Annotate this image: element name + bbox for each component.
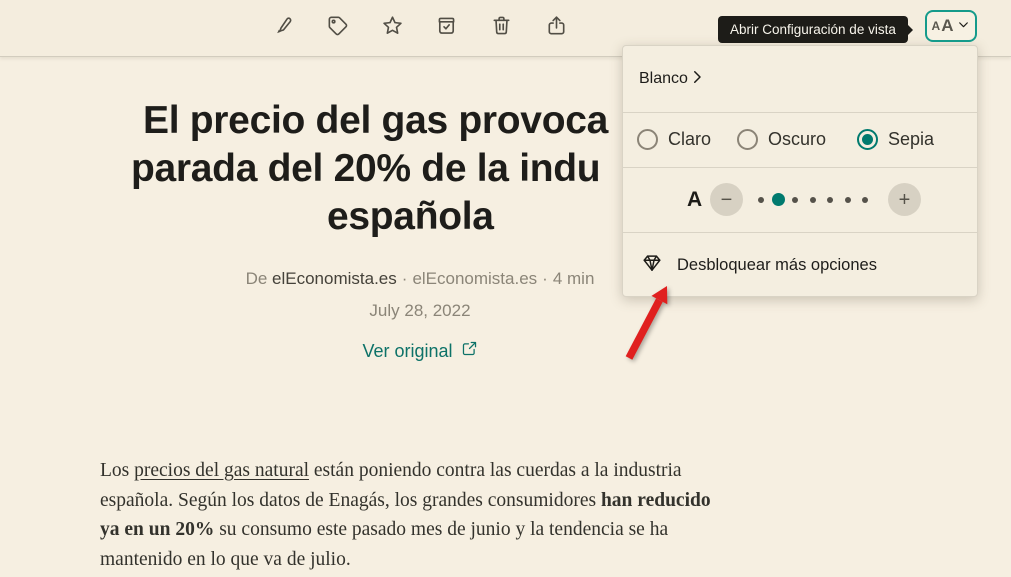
inline-article-link[interactable]: precios del gas natural [134,460,309,481]
theme-label: Oscuro [768,129,826,150]
font-size-dots [752,167,874,232]
font-size-step-dot [769,193,786,206]
theme-label: Sepia [888,129,934,150]
byline-source: elEconomista.es [412,269,537,288]
view-settings-button[interactable]: A A [925,10,977,42]
highlighter-icon [272,14,295,40]
tag-icon [326,14,349,40]
theme-option-claro[interactable]: Claro [637,112,711,167]
share-button[interactable] [539,10,573,44]
theme-label: Claro [668,129,711,150]
font-selector-row[interactable]: Blanco [623,46,977,112]
premium-label: Desbloquear más opciones [677,256,877,275]
byline-read-time: 4 min [553,269,595,288]
font-size-step-dot [839,197,856,203]
chevron-down-icon [953,18,970,34]
theme-selector-row: Claro Oscuro Sepia [623,112,977,167]
unlock-premium-row[interactable]: Desbloquear más opciones [623,232,977,298]
favorite-star-icon [381,14,404,40]
byline-separator: · [542,269,548,288]
decrease-font-button[interactable]: − [710,183,743,216]
radio-icon [857,129,878,150]
highlighter-button[interactable] [266,10,300,44]
archive-button[interactable] [429,10,463,44]
share-icon [545,14,568,40]
font-size-step-dot [804,197,821,203]
increase-font-button[interactable]: + [888,183,921,216]
font-size-row: A − + [623,167,977,232]
article-date: July 28, 2022 [0,301,840,321]
reader-view-screen: El precio del gas provoca parada del 20%… [0,0,1011,577]
font-size-step-dot [822,197,839,203]
paragraph-text: Los [100,460,134,481]
byline-separator: · [402,269,408,288]
font-size-step-dot [856,197,873,203]
radio-icon [637,129,658,150]
external-link-icon [461,340,478,362]
aa-large-letter: A [941,16,953,36]
byline-prefix: De [246,269,268,288]
theme-option-sepia[interactable]: Sepia [857,112,934,167]
article-title-line-1: El precio del gas provoca [143,99,608,143]
font-size-step-dot [752,197,769,203]
tag-button[interactable] [320,10,354,44]
favorite-button[interactable] [375,10,409,44]
article-title-line-3: española [327,195,494,239]
font-size-step-dot [787,197,804,203]
article-paragraph: Los precios del gas natural están ponien… [100,456,732,574]
chevron-right-icon [688,68,706,91]
view-original-link[interactable]: Ver original [362,340,477,362]
article-title-line-2: parada del 20% de la indu [131,147,600,191]
view-original-label: Ver original [362,341,452,362]
aa-small-letter: A [932,19,941,33]
archive-icon [435,14,458,40]
byline-author: elEconomista.es [272,269,397,288]
view-settings-panel: Blanco Claro Oscuro Sepia A − [622,45,978,297]
delete-icon [490,14,513,40]
font-size-label: A [687,167,702,232]
premium-diamond-icon [641,252,663,279]
theme-option-oscuro[interactable]: Oscuro [737,112,826,167]
radio-icon [737,129,758,150]
view-settings-tooltip: Abrir Configuración de vista [718,16,908,43]
font-name-label: Blanco [639,70,688,88]
delete-button[interactable] [484,10,518,44]
